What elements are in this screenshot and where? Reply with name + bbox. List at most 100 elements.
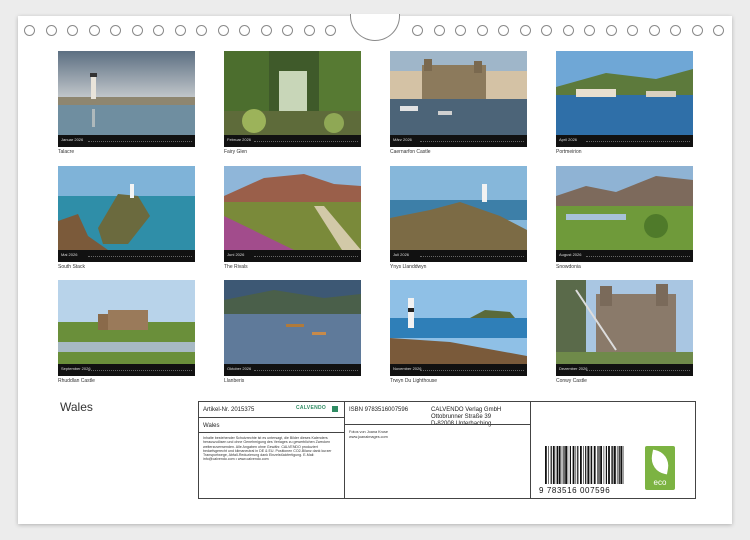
caption: Ynys Llanddwyn: [390, 264, 427, 270]
binding-hole: [412, 25, 423, 36]
barcode-bar: [611, 446, 612, 484]
month-tile: Juni 2026 The Rivals: [224, 166, 361, 271]
binding-hole: [691, 25, 703, 36]
binding-hole: [325, 25, 336, 36]
barcode-bar: [608, 446, 610, 484]
eco-badge: eco: [645, 446, 675, 490]
barcode-bar: [565, 446, 567, 484]
binding-hole: [433, 25, 445, 36]
info-box: Artikel-Nr. 2015375 CALVENDO Wales Inhal…: [198, 401, 696, 499]
binding-hole: [670, 25, 681, 36]
barcode-bar: [600, 446, 602, 484]
barcode-bar: [583, 446, 584, 484]
binding-hole: [196, 25, 207, 36]
binding-hole: [110, 25, 121, 36]
caption: Portmeirion: [556, 149, 582, 155]
calendar-title: Wales: [60, 400, 93, 414]
caption: Llanberis: [224, 378, 245, 384]
barcode-bar: [563, 446, 565, 484]
photo-rhuddlan-castle: [58, 280, 195, 364]
month-tile: Mai 2026 South Stack: [58, 166, 195, 271]
barcode-bar: [587, 446, 590, 484]
binding-hole: [605, 25, 617, 36]
month-tile: Januar 2026 Talacre: [58, 51, 195, 156]
photo-the-rivals: [224, 166, 361, 250]
barcode-bar: [614, 446, 616, 484]
caption: Talacre: [58, 149, 75, 155]
month-tile: April 2026 Portmeirion: [556, 51, 693, 156]
month-tile: Dezember 2026 Conwy Castle: [556, 280, 693, 385]
publisher-column: ISBN 9783516007596 CALVENDO Verlag GmbH …: [345, 402, 531, 498]
caption: The Rivals: [224, 264, 248, 270]
month-tile: Juli 2026 Ynys Llanddwyn: [390, 166, 527, 271]
barcode-bar: [598, 446, 600, 484]
photo-fairy-glen: [224, 51, 361, 135]
barcode-bar: [550, 446, 552, 484]
barcode-bar: [569, 446, 571, 484]
barcode-bar: [580, 446, 582, 484]
binding-hole: [519, 25, 531, 36]
leaf-icon: [649, 449, 671, 475]
barcode-bar: [616, 446, 618, 484]
caption: Rhuddlan Castle: [58, 378, 95, 384]
month-tile: November 2026 Trwyn Du Lighthouse: [390, 280, 527, 385]
barcode-column: 9 783516 007596 eco: [531, 402, 695, 498]
photo-conwy-castle: [556, 280, 693, 364]
article-column: Artikel-Nr. 2015375 CALVENDO Wales Inhal…: [199, 402, 345, 498]
caption: South Stack: [58, 264, 85, 270]
barcode-bar: [577, 446, 579, 484]
photo-south-stack: [58, 166, 195, 250]
isbn: ISBN 9783516007596: [349, 407, 409, 413]
photo-caernarfon-castle: [390, 51, 527, 135]
binding-hole: [217, 25, 229, 36]
barcode-bar: [552, 446, 555, 484]
info-title: Wales: [199, 418, 344, 433]
binding-hole: [174, 25, 186, 36]
barcode-bar: [597, 446, 598, 484]
month-tile: März 2026 Caernarfon Castle: [390, 51, 527, 156]
binding-hole: [648, 25, 660, 36]
photo-ynys-llanddwyn: [390, 166, 527, 250]
barcode-bar: [572, 446, 575, 484]
binding-hole: [476, 25, 488, 36]
photo-talacre: [58, 51, 195, 135]
binding-hole: [541, 25, 552, 36]
photo-llanberis: [224, 280, 361, 364]
calvendo-logo: CALVENDO: [296, 405, 338, 414]
binding-hole: [153, 25, 164, 36]
barcode-bar: [548, 446, 549, 484]
barcode-bar: [558, 446, 561, 484]
barcode-bar: [620, 446, 623, 484]
binding-hole: [498, 25, 509, 36]
photo-trwyn-du-lighthouse: [390, 280, 527, 364]
barcode-bar: [589, 446, 591, 484]
barcode-bar: [585, 446, 587, 484]
barcode-bar: [612, 446, 614, 484]
caption: Snowdonia: [556, 264, 581, 270]
barcode-bar: [567, 446, 569, 484]
barcode-bar: [555, 446, 557, 484]
photo-snowdonia: [556, 166, 693, 250]
caption: Trwyn Du Lighthouse: [390, 378, 438, 384]
barcode-bar: [557, 446, 559, 484]
barcode-bar: [575, 446, 577, 484]
legal-text: Inhalte bestehender Schutzrechte ist es …: [203, 436, 332, 462]
binding-hole: [584, 25, 595, 36]
article-number: Artikel-Nr. 2015375: [203, 407, 255, 413]
binding-hole: [455, 25, 466, 36]
barcode-bar: [561, 446, 563, 484]
photo-credit: Fotos von Joana Kruse www.joanaimages.co…: [349, 430, 389, 439]
barcode-bar: [603, 446, 605, 484]
binding-hole: [45, 25, 57, 36]
binding-hole: [67, 25, 78, 36]
barcode-bar: [605, 446, 607, 484]
barcode-bar: [622, 446, 624, 484]
month-tile: Oktober 2026 Llanberis: [224, 280, 361, 385]
binding-hole: [562, 25, 574, 36]
photo-portmeirion: [556, 51, 693, 135]
calendar-back-page: Januar 2026 Talacre Februar 2026 Fairy G…: [18, 14, 732, 524]
barcode-bar: [545, 446, 547, 484]
month-tile: Februar 2026 Fairy Glen: [224, 51, 361, 156]
month-tile: September 2026 Rhuddlan Castle: [58, 280, 195, 385]
binding-hole: [24, 25, 35, 36]
